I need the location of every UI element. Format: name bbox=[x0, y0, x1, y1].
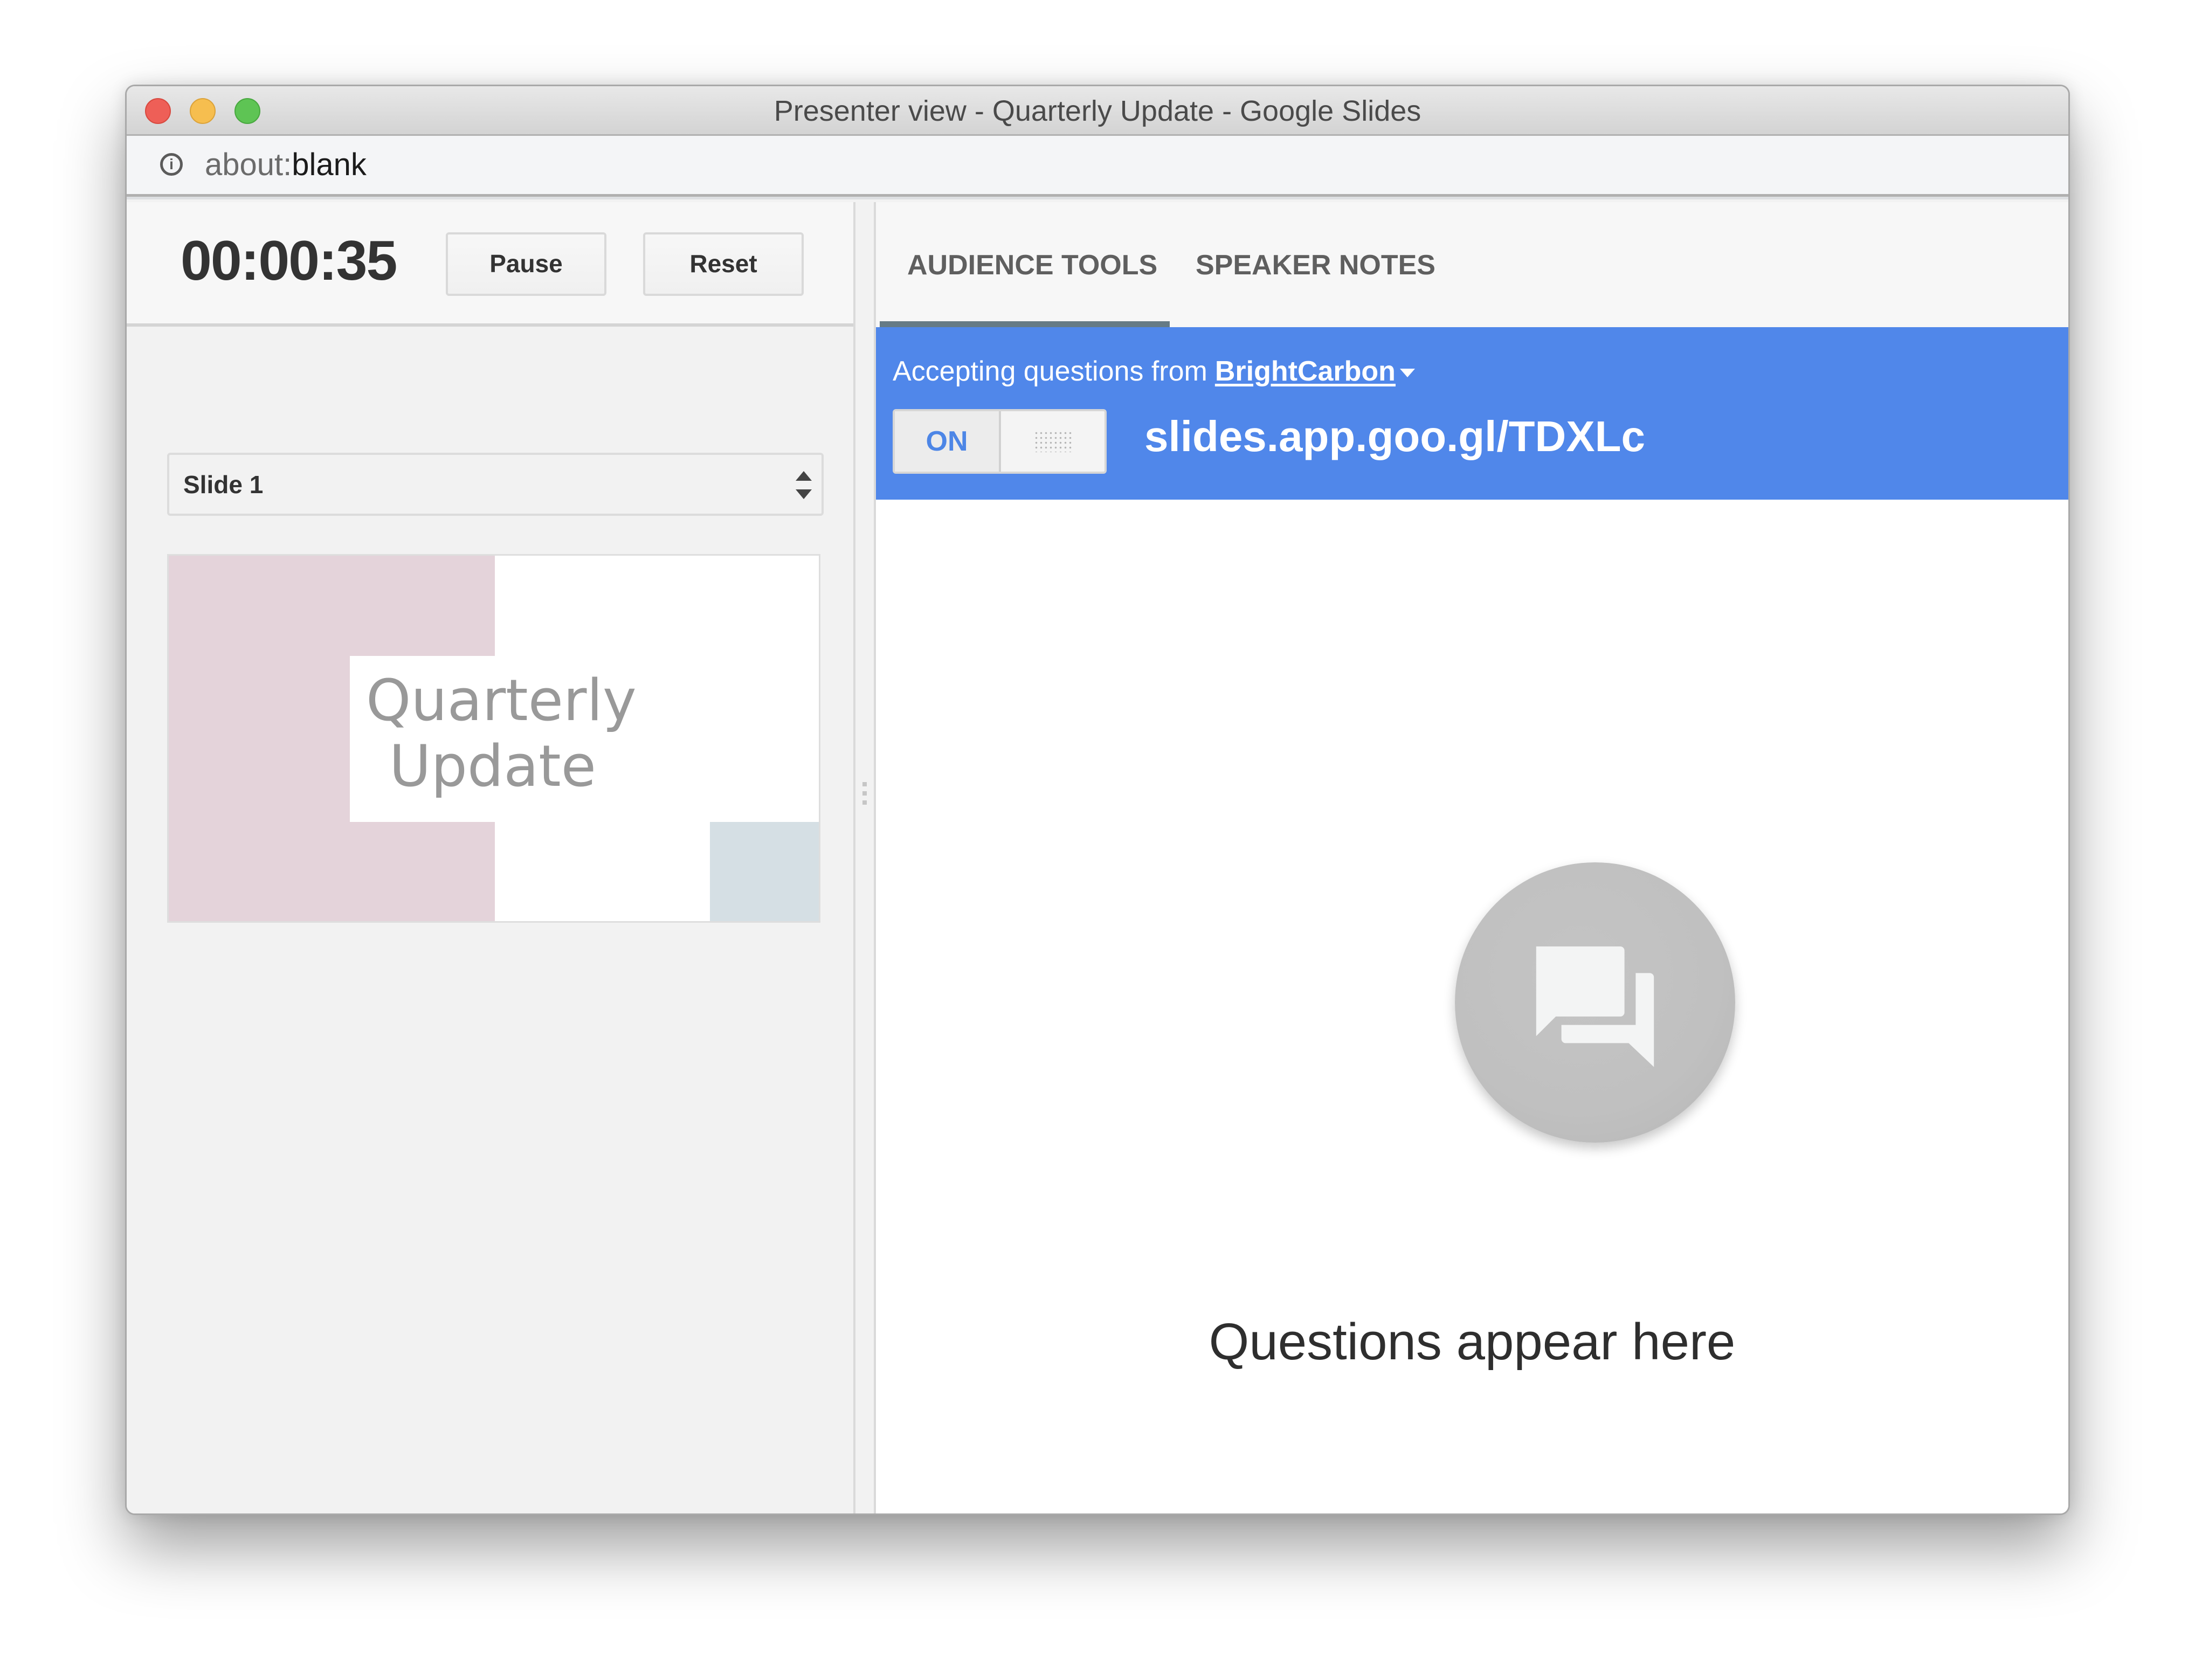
url-rest: blank bbox=[292, 147, 367, 182]
toggle-grip-icon[interactable] bbox=[1034, 431, 1073, 452]
address-bar: i about:blank bbox=[127, 136, 2068, 199]
presenter-window: Presenter view - Quarterly Update - Goog… bbox=[125, 85, 2070, 1515]
qa-url[interactable]: slides.app.goo.gl/TDXLc bbox=[1144, 407, 1645, 466]
accepting-questions-label: Accepting questions from BrightCarbon bbox=[893, 354, 1415, 389]
right-pane: AUDIENCE TOOLS SPEAKER NOTES Accepting q… bbox=[876, 202, 2068, 1513]
organization-dropdown[interactable]: BrightCarbon bbox=[1215, 356, 1396, 387]
drag-handle-icon[interactable] bbox=[862, 782, 867, 805]
active-tab-indicator bbox=[880, 321, 1170, 327]
tab-speaker-notes[interactable]: SPEAKER NOTES bbox=[1196, 202, 1435, 327]
pause-button[interactable]: Pause bbox=[446, 232, 606, 296]
chat-bubbles-icon bbox=[1455, 862, 1735, 1143]
title-bar: Presenter view - Quarterly Update - Goog… bbox=[127, 86, 2068, 136]
elapsed-timer: 00:00:35 bbox=[181, 230, 397, 292]
reset-button[interactable]: Reset bbox=[643, 232, 804, 296]
slide-selector[interactable]: Slide 1 bbox=[167, 453, 824, 516]
dropdown-caret-icon[interactable] bbox=[1399, 369, 1415, 378]
slide-title-card: Quarterly Update bbox=[350, 656, 819, 822]
url-scheme: about: bbox=[205, 147, 292, 182]
window-title: Presenter view - Quarterly Update - Goog… bbox=[774, 95, 1421, 127]
tab-bar: AUDIENCE TOOLS SPEAKER NOTES bbox=[876, 202, 2068, 327]
timer-section: 00:00:35 Pause Reset bbox=[127, 202, 853, 327]
accepting-questions-text: Accepting questions from bbox=[893, 356, 1207, 387]
info-icon[interactable]: i bbox=[160, 153, 183, 176]
empty-state-text: Questions appear here bbox=[1209, 1313, 1736, 1371]
slide-title: Quarterly Update bbox=[366, 667, 637, 799]
qa-banner: Accepting questions from BrightCarbon ON … bbox=[876, 327, 2068, 500]
toggle-on-label[interactable]: ON bbox=[895, 411, 1001, 472]
tab-audience-tools[interactable]: AUDIENCE TOOLS bbox=[907, 202, 1157, 327]
pane-splitter[interactable] bbox=[853, 202, 876, 1513]
slide-title-line1: Quarterly bbox=[366, 667, 637, 734]
slide-blue-block bbox=[710, 821, 819, 921]
address-url[interactable]: about:blank bbox=[205, 148, 367, 182]
chat-bubbles-glyph bbox=[1536, 946, 1654, 1067]
slide-selector-value: Slide 1 bbox=[183, 471, 264, 499]
current-slide-preview[interactable]: Quarterly Update bbox=[167, 554, 820, 923]
qa-toggle[interactable]: ON bbox=[893, 409, 1107, 474]
up-down-arrows-icon bbox=[796, 471, 812, 499]
left-pane: 00:00:35 Pause Reset Slide 1 Quarterly U… bbox=[127, 202, 853, 1513]
slide-title-line2: Update bbox=[389, 733, 596, 799]
